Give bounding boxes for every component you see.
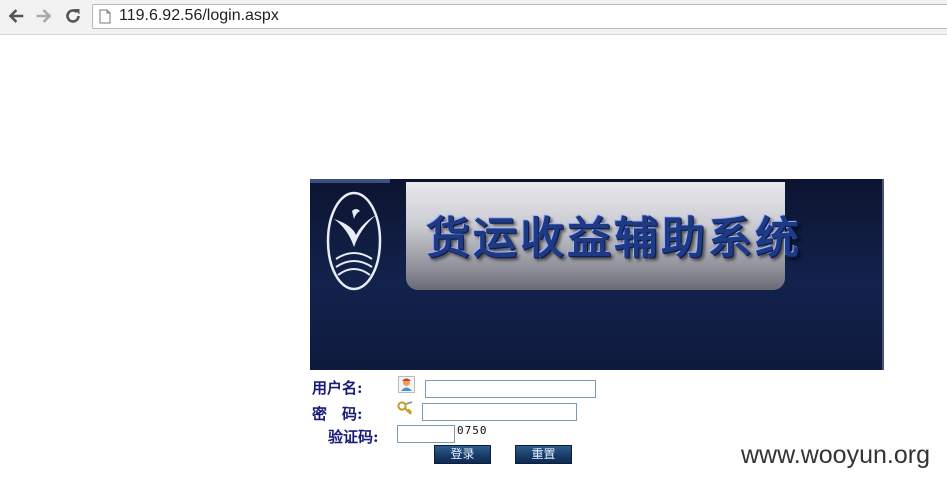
key-icon [397,401,413,415]
username-label: 用户名: [312,379,363,397]
bird-logo-icon [326,191,382,291]
system-title: 货运收益辅助系统 [426,213,802,264]
captcha-label: 验证码: [328,428,379,446]
forward-button[interactable] [34,6,54,26]
arrow-left-icon [8,9,24,23]
password-label: 密 码: [312,405,363,423]
password-input[interactable] [422,403,577,421]
login-button[interactable]: 登录 [434,445,491,464]
user-icon [398,376,415,393]
reload-icon [66,9,80,23]
address-bar[interactable]: 119.6.92.56/login.aspx [92,4,947,29]
page-icon [99,9,111,24]
url-text: 119.6.92.56/login.aspx [119,7,279,24]
captcha-code: 0750 [457,424,488,437]
arrow-right-icon [36,9,52,23]
username-input[interactable] [425,380,596,398]
system-banner: 货运收益辅助系统 [310,179,884,370]
watermark-text: www.wooyun.org [741,441,930,469]
reset-button[interactable]: 重置 [515,445,572,464]
banner-title-plate: 货运收益辅助系统 [406,182,802,290]
reload-button[interactable] [63,6,83,26]
back-button[interactable] [6,6,26,26]
browser-toolbar: 119.6.92.56/login.aspx [0,0,947,35]
captcha-input[interactable] [397,425,455,443]
banner-edge [882,179,884,370]
banner-strip [310,179,390,183]
